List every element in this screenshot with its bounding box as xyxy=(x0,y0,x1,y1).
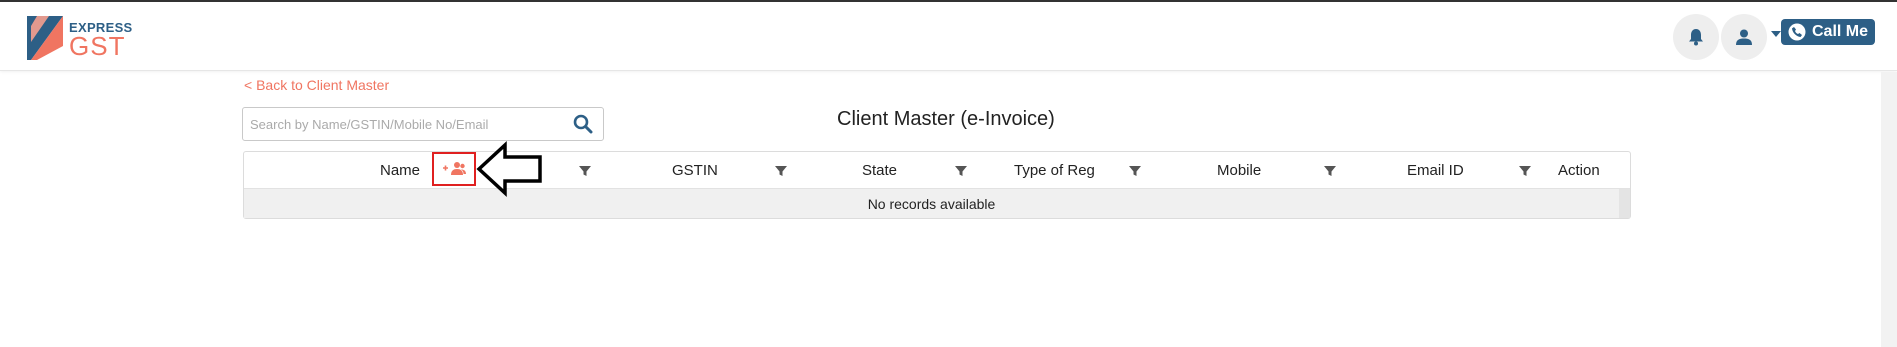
search-box xyxy=(242,107,604,141)
column-header-action: Action xyxy=(1558,162,1600,179)
bell-icon xyxy=(1689,29,1703,46)
user-icon xyxy=(1736,29,1752,45)
filter-icon[interactable] xyxy=(774,164,788,178)
app-header: EXPRESS GST Call Me xyxy=(0,2,1897,71)
page-title: Client Master (e-Invoice) xyxy=(837,108,1055,130)
add-users-icon xyxy=(443,162,466,175)
add-client-button[interactable] xyxy=(432,152,476,186)
column-header-name[interactable]: Name xyxy=(380,162,420,179)
search-input[interactable] xyxy=(243,108,563,140)
logo-mark-icon xyxy=(27,16,63,60)
notifications-button[interactable] xyxy=(1673,14,1719,60)
column-header-gstin[interactable]: GSTIN xyxy=(672,162,718,179)
call-me-label: Call Me xyxy=(1812,23,1869,40)
search-icon xyxy=(573,114,593,134)
column-header-mobile[interactable]: Mobile xyxy=(1217,162,1261,179)
filter-icon[interactable] xyxy=(1518,164,1532,178)
column-header-email-id[interactable]: Email ID xyxy=(1407,162,1464,179)
back-to-client-master-link[interactable]: < Back to Client Master xyxy=(244,77,389,93)
call-me-button[interactable]: Call Me xyxy=(1781,19,1875,45)
left-arrow-annotation-icon xyxy=(476,141,542,197)
no-records-message: No records available xyxy=(867,196,996,212)
express-gst-logo[interactable]: EXPRESS GST xyxy=(25,16,150,60)
column-header-type-of-reg[interactable]: Type of Reg xyxy=(1014,162,1095,179)
grid-header: Name GSTIN State Type of Reg Mobile Emai… xyxy=(244,152,1630,189)
phone-icon xyxy=(1788,23,1806,41)
search-button[interactable] xyxy=(573,114,595,136)
filter-icon[interactable] xyxy=(578,164,592,178)
user-menu-button[interactable] xyxy=(1721,14,1767,60)
page-scrollbar[interactable] xyxy=(1881,72,1897,347)
filter-icon[interactable] xyxy=(1323,164,1337,178)
chevron-down-icon[interactable] xyxy=(1771,31,1781,37)
grid-body: No records available xyxy=(244,189,1630,218)
grid-scrollbar[interactable] xyxy=(1619,189,1630,218)
client-grid: Name GSTIN State Type of Reg Mobile Emai… xyxy=(243,151,1631,219)
filter-icon[interactable] xyxy=(1128,164,1142,178)
logo-gst-text: GST xyxy=(69,31,126,61)
filter-icon[interactable] xyxy=(954,164,968,178)
column-header-state[interactable]: State xyxy=(862,162,897,179)
